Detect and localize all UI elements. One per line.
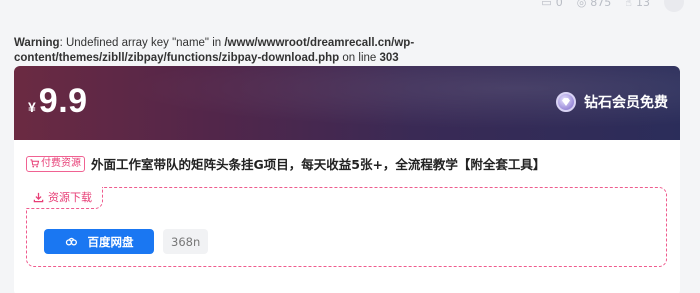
baidu-pan-label: 百度网盘 (87, 234, 134, 249)
download-icon (33, 192, 44, 202)
comments-stat: ▭ 0 (541, 0, 562, 9)
php-warning: Warning: Undefined array key "name" in /… (14, 36, 474, 66)
price-amount: 9.9 (38, 82, 88, 120)
post-stats: ▭ 0 ◎ 875 ☝ 13 (541, 0, 684, 12)
warning-label: Warning (14, 37, 60, 49)
file-size: 368n (163, 229, 209, 254)
paid-badge: 付费资源 (26, 155, 85, 172)
post-title-row: 付费资源 外面工作室带队的矩阵头条挂G项目，每天收益5张+，全流程教学【附全套工… (26, 154, 668, 173)
download-tab: 资源下载 (26, 187, 103, 209)
post-title: 外面工作室带队的矩阵头条挂G项目，每天收益5张+，全流程教学【附全套工具】 (91, 157, 546, 172)
warning-message: : Undefined array key "name" in (59, 37, 225, 49)
warning-line: 303 (379, 52, 399, 64)
diamond-icon (556, 92, 576, 112)
pay-card: ¥ 9.9 钻石会员免费 付费资源 外面工作室带队的矩阵头条挂G项目，每天收益5… (14, 66, 680, 293)
comments-count: 0 (555, 0, 563, 9)
cart-icon (30, 159, 39, 168)
warning-message-mid: on line (339, 52, 380, 64)
vip-label: 钻石会员免费 (584, 95, 668, 111)
comment-icon: ▭ (541, 0, 552, 9)
download-links: 百度网盘 368n (44, 229, 209, 254)
download-box: 资源下载 百度网盘 368n (26, 187, 667, 267)
likes-stat[interactable]: ☝ 13 (625, 0, 650, 9)
currency-symbol: ¥ (28, 99, 36, 115)
views-count: 875 (590, 0, 612, 9)
paid-badge-label: 付费资源 (41, 157, 81, 169)
price-banner: ¥ 9.9 钻石会员免费 (14, 66, 680, 140)
baidu-pan-button[interactable]: 百度网盘 (44, 229, 154, 254)
eye-icon: ◎ (576, 0, 587, 9)
download-tab-label: 资源下载 (48, 191, 92, 204)
price: ¥ 9.9 (28, 82, 88, 121)
thumb-up-icon: ☝ (625, 0, 632, 9)
cloud-icon (65, 237, 77, 246)
vip-free[interactable]: 钻石会员免费 (556, 92, 668, 112)
more-button[interactable] (664, 0, 684, 12)
likes-count: 13 (636, 0, 650, 9)
views-stat: ◎ 875 (577, 0, 612, 9)
